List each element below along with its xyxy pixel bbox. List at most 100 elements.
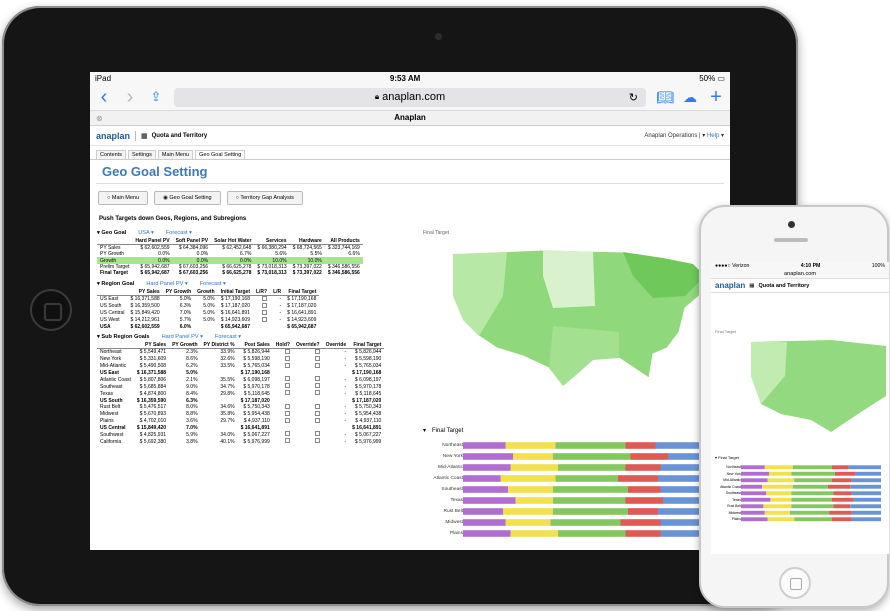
table-cell[interactable]: $ 346,586,556: [325, 270, 363, 276]
bar-segment[interactable]: [553, 508, 628, 515]
reload-icon[interactable]: ↻: [629, 91, 638, 104]
table-cell[interactable]: 8.4%: [169, 390, 200, 397]
new-tab-icon[interactable]: +: [708, 87, 724, 107]
bar-segment[interactable]: [463, 453, 513, 460]
bar-segment[interactable]: [463, 519, 506, 526]
table-cell[interactable]: [293, 355, 323, 363]
main-menu-button[interactable]: ○ Main Menu: [98, 191, 149, 205]
table-cell[interactable]: $ 5,598,190: [238, 356, 273, 363]
bar-segment[interactable]: [463, 486, 508, 493]
table-cell[interactable]: $ 5,476,517: [134, 404, 169, 411]
bar-segment[interactable]: [628, 508, 658, 515]
checkbox[interactable]: [314, 383, 320, 389]
table-cell[interactable]: 6.2%: [169, 363, 200, 370]
table-cell[interactable]: $ 5,118,645: [238, 390, 273, 397]
bar-segment[interactable]: [510, 530, 559, 537]
table-cell[interactable]: 34.6%: [201, 404, 238, 411]
table-cell[interactable]: $ 66,380,294: [254, 245, 289, 251]
table-cell[interactable]: [293, 390, 323, 397]
share-icon[interactable]: ⇪: [148, 87, 164, 107]
table-cell[interactable]: 5.0%: [194, 317, 218, 324]
iphone-grid-icon[interactable]: ▦: [749, 283, 754, 289]
table-cell[interactable]: [253, 309, 270, 317]
table-cell[interactable]: $ 16,641,891: [238, 425, 273, 431]
bar-segment[interactable]: [833, 491, 852, 496]
checkbox[interactable]: [314, 410, 320, 416]
table-cell[interactable]: -: [323, 404, 350, 411]
table-cell[interactable]: $ 68,724,565: [290, 245, 325, 251]
table-cell[interactable]: 5.9%: [169, 431, 200, 438]
bar-segment[interactable]: [833, 504, 851, 509]
bar-segment[interactable]: [792, 465, 832, 470]
table-cell[interactable]: $ 62,602,559: [127, 324, 162, 330]
bar-segment[interactable]: [741, 517, 768, 522]
bar-segment[interactable]: [463, 497, 516, 504]
bar-segment[interactable]: [832, 517, 852, 522]
checkbox[interactable]: [314, 348, 320, 354]
checkbox[interactable]: [314, 390, 320, 396]
table-cell[interactable]: 34.0%: [201, 431, 238, 438]
geo-version-dropdown[interactable]: Forecast ▾: [166, 230, 192, 236]
table-cell[interactable]: $ 5,765,034: [238, 363, 273, 370]
bar-segment[interactable]: [791, 497, 832, 502]
table-cell[interactable]: -: [323, 438, 350, 445]
bar-segment[interactable]: [553, 486, 628, 493]
table-cell[interactable]: $ 5,685,884: [134, 383, 169, 390]
bar-segment[interactable]: [550, 519, 621, 526]
table-cell[interactable]: $ 5,067,227: [238, 431, 273, 438]
checkbox[interactable]: [284, 438, 290, 444]
table-cell[interactable]: [273, 355, 293, 363]
table-cell[interactable]: 5.0%: [194, 310, 218, 317]
table-cell[interactable]: 8.8%: [169, 411, 200, 418]
bar-segment[interactable]: [625, 464, 661, 471]
table-cell[interactable]: $ 5,765,034: [349, 363, 384, 370]
table-cell[interactable]: $ 5,970,178: [238, 383, 273, 390]
checkbox[interactable]: [262, 295, 268, 301]
table-cell[interactable]: 35.8%: [201, 411, 238, 418]
region-product-dropdown[interactable]: Hard Panel PV ▾: [146, 281, 187, 287]
table-cell[interactable]: $ 16,371,588: [134, 370, 169, 376]
bar-segment[interactable]: [741, 504, 764, 509]
table-cell[interactable]: -: [323, 356, 350, 363]
geo-dropdown[interactable]: USA ▾: [138, 230, 154, 236]
table-cell[interactable]: 33.9%: [201, 348, 238, 356]
table-cell[interactable]: [273, 403, 293, 411]
subregion-version-dropdown[interactable]: Forecast ▾: [215, 334, 241, 340]
bar-segment[interactable]: [850, 504, 881, 509]
table-cell[interactable]: $ 5,490,508: [134, 363, 169, 370]
table-cell[interactable]: -: [270, 303, 284, 310]
bar-segment[interactable]: [832, 497, 853, 502]
bar-segment[interactable]: [770, 497, 792, 502]
table-cell[interactable]: 2.3%: [169, 348, 200, 356]
table-cell[interactable]: $ 5,549,471: [134, 348, 169, 356]
checkbox[interactable]: [262, 302, 268, 308]
table-cell[interactable]: $ 5,670,893: [134, 411, 169, 418]
table-cell[interactable]: $ 17,190,168: [218, 295, 253, 303]
table-cell[interactable]: $ 16,641,891: [284, 310, 319, 317]
table-cell[interactable]: $ 17,187,020: [349, 397, 384, 404]
table-cell[interactable]: [293, 410, 323, 418]
table-cell[interactable]: $ 17,187,020: [218, 303, 253, 310]
geo-goal-setting-button[interactable]: ◉ Geo Goal Setting: [154, 191, 221, 205]
checkbox[interactable]: [314, 362, 320, 368]
bar-segment[interactable]: [741, 471, 769, 476]
bar-segment[interactable]: [515, 497, 554, 504]
table-cell[interactable]: $ 16,359,500: [127, 303, 162, 310]
address-bar[interactable]: 🔒︎ anaplan.com ↻: [174, 87, 646, 107]
bar-segment[interactable]: [505, 442, 556, 449]
region-version-dropdown[interactable]: Forecast ▾: [200, 281, 226, 287]
table-cell[interactable]: 5.0%: [163, 295, 194, 303]
table-cell[interactable]: [273, 431, 293, 438]
help-link[interactable]: Help: [707, 133, 719, 139]
checkbox[interactable]: [284, 410, 290, 416]
table-cell[interactable]: -: [270, 317, 284, 324]
table-cell[interactable]: [273, 348, 293, 356]
checkbox[interactable]: [314, 376, 320, 382]
table-cell[interactable]: $ 5,826,944: [349, 348, 384, 356]
checkbox[interactable]: [262, 309, 268, 315]
table-cell[interactable]: 2.1%: [169, 376, 200, 383]
bar-segment[interactable]: [463, 475, 501, 482]
user-menu[interactable]: Anaplan Operations | ▾ Help ▾: [644, 132, 724, 139]
grid-menu-icon[interactable]: ▦: [141, 132, 148, 140]
ipad-home-button[interactable]: [30, 289, 72, 331]
